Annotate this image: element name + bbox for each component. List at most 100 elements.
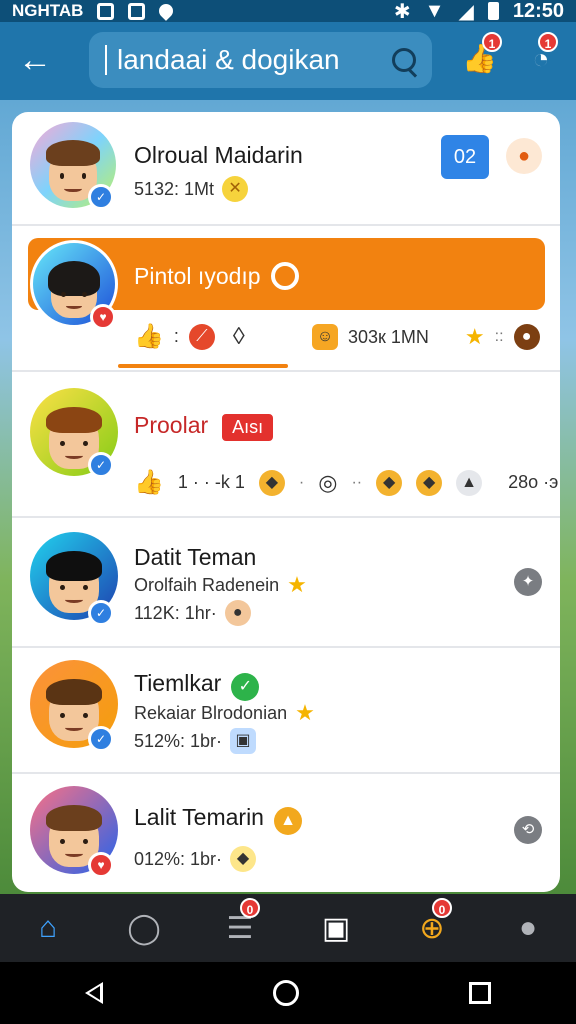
bell-icon: ▲ <box>273 807 302 835</box>
verified-icon: ✓ <box>88 452 114 478</box>
item-name: Olroual Maidarin <box>134 142 303 168</box>
reaction-row: 👍 : ⟋ ◊ <box>134 322 245 351</box>
battery-icon <box>487 2 499 20</box>
item-tag: Aısı <box>220 412 276 443</box>
heart-icon: ♥ <box>88 852 114 878</box>
item-name: Tiemlkar ✓ <box>134 670 260 701</box>
ring-icon <box>270 262 299 290</box>
compass-badge: 0 <box>432 898 452 918</box>
star-icon: ★ <box>464 324 485 349</box>
item-sub-text: Orolfaih Radenein <box>134 574 280 595</box>
item-meta: 5132: 1Mt ✕ <box>134 176 249 202</box>
home-button-icon[interactable] <box>273 980 299 1006</box>
item-meta: 112K: 1hr· ● <box>134 600 251 626</box>
verified-icon: ✓ <box>88 600 114 626</box>
status-left-text: NGHTAB <box>12 1 84 20</box>
status-bar: NGHTAB ✱ ▼ ◢ 12:50 <box>0 0 576 23</box>
leaf-icon[interactable]: ◆ <box>376 469 403 496</box>
app-header: ← landaai & dogikan 👍 1 ◔ 1 <box>0 22 576 100</box>
like-outline-icon[interactable]: 👍 <box>134 322 164 351</box>
more-icon[interactable]: ⟲ <box>514 816 542 844</box>
search-icon[interactable] <box>392 48 416 72</box>
more-icon[interactable]: ✦ <box>514 568 542 596</box>
like-outline-icon[interactable]: 👍 <box>134 468 164 497</box>
fire-icon[interactable]: ● <box>506 138 542 174</box>
divider <box>12 516 560 518</box>
item-sub-text: Rekaiar Blrodonian <box>134 702 288 723</box>
divider <box>12 370 560 372</box>
reaction-counts: 1 · · -k 1 <box>177 472 245 492</box>
item-name-text: Tiemlkar <box>134 670 222 696</box>
gallery-icon <box>97 2 115 20</box>
group-icon[interactable]: ◎ <box>318 470 337 496</box>
profile-icon[interactable]: ● <box>504 904 552 952</box>
home-icon[interactable]: ⌂ <box>24 904 72 952</box>
person-icon: ● <box>513 324 540 350</box>
drop-icon[interactable]: ◊ <box>233 323 245 351</box>
sep-dots: :: <box>494 328 504 345</box>
tab-indicator <box>118 364 288 368</box>
item-name-text: Lalit Temarin <box>134 804 264 830</box>
item-meta-text: 512%: 1br· <box>134 730 223 751</box>
location-icon <box>156 1 177 21</box>
messages-icon[interactable]: ▣ <box>312 904 360 952</box>
feed-card: ✓ Olroual Maidarin 5132: 1Mt ✕ 02 ● ♥ Pi… <box>12 112 560 892</box>
star-icon: ★ <box>287 572 307 597</box>
system-navigation <box>0 962 576 1024</box>
face-icon: ☺ <box>312 324 338 350</box>
signal-icon: ◢ <box>458 0 474 23</box>
burger-badge: 0 <box>240 898 260 918</box>
notification-badge: 1 <box>538 32 558 52</box>
leaf-icon[interactable]: ◆ <box>258 469 285 496</box>
burger-icon[interactable]: ☰ 0 <box>216 898 264 952</box>
gift-icon: ▣ <box>230 728 257 754</box>
back-arrow-icon[interactable]: ← <box>18 40 52 80</box>
bell-icon[interactable]: ▲ <box>456 469 483 496</box>
item-name-text: Proolar <box>134 412 209 438</box>
banner-title-text: Pintol ıyodıp <box>134 262 261 289</box>
photo-icon <box>128 2 146 20</box>
text-cursor <box>105 45 107 75</box>
status-icon: ✓ <box>231 673 260 701</box>
reaction-row-right: ☺ 303к 1MN ★ :: ● <box>312 324 540 350</box>
item-sub: Rekaiar Blrodonian ★ <box>134 700 315 726</box>
heart-icon: ♥ <box>90 304 116 330</box>
reaction-sep: : <box>173 326 179 346</box>
bluetooth-icon: ✱ <box>393 0 411 23</box>
status-time: 12:50 <box>512 0 564 22</box>
compass-icon[interactable]: ⊕ 0 <box>408 898 456 952</box>
notification-icon[interactable]: ◔ 1 <box>524 32 558 76</box>
recents-icon[interactable] <box>469 982 491 1004</box>
search-input[interactable]: landaai & dogikan <box>117 44 392 76</box>
back-icon[interactable] <box>85 982 103 1004</box>
search-bar[interactable]: landaai & dogikan <box>89 32 432 88</box>
leaf-icon: ◆ <box>230 846 257 872</box>
pepper-icon[interactable]: ⟋ <box>188 323 215 350</box>
item-meta-text: 112K: 1hr· <box>134 602 217 623</box>
verified-icon: ✓ <box>88 184 114 210</box>
count-badge[interactable]: 02 <box>441 135 489 179</box>
sep-dots: ·· <box>351 473 363 491</box>
banner-title: Pintol ıyodıp <box>134 262 299 290</box>
wifi-icon: ▼ <box>424 0 445 22</box>
bottom-navigation: ⌂ ◯ ☰ 0 ▣ ⊕ 0 ● <box>0 894 576 962</box>
item-meta: 012%: 1br· ◆ <box>134 846 257 872</box>
reaction-count: 303к 1MN <box>348 326 429 347</box>
sep-dots: · <box>298 473 305 491</box>
divider <box>12 772 560 774</box>
item-name: Lalit Temarin ▲ <box>134 804 302 835</box>
like-badge: 1 <box>482 32 502 52</box>
divider <box>12 224 560 226</box>
item-name: Datit Teman <box>134 544 257 570</box>
search-icon[interactable]: ◯ <box>120 904 168 952</box>
like-icon[interactable]: 👍 1 <box>462 32 502 76</box>
divider <box>12 646 560 648</box>
item-meta: 512%: 1br· ▣ <box>134 728 257 754</box>
reaction-tail: 28o ·э <box>508 472 559 492</box>
leaf-icon[interactable]: ◆ <box>416 469 443 496</box>
person-icon: ● <box>224 600 251 626</box>
item-sub: Orolfaih Radenein ★ <box>134 572 307 598</box>
coin-icon: ✕ <box>222 176 249 202</box>
verified-icon: ✓ <box>88 726 114 752</box>
item-meta-text: 5132: 1Mt <box>134 178 215 199</box>
